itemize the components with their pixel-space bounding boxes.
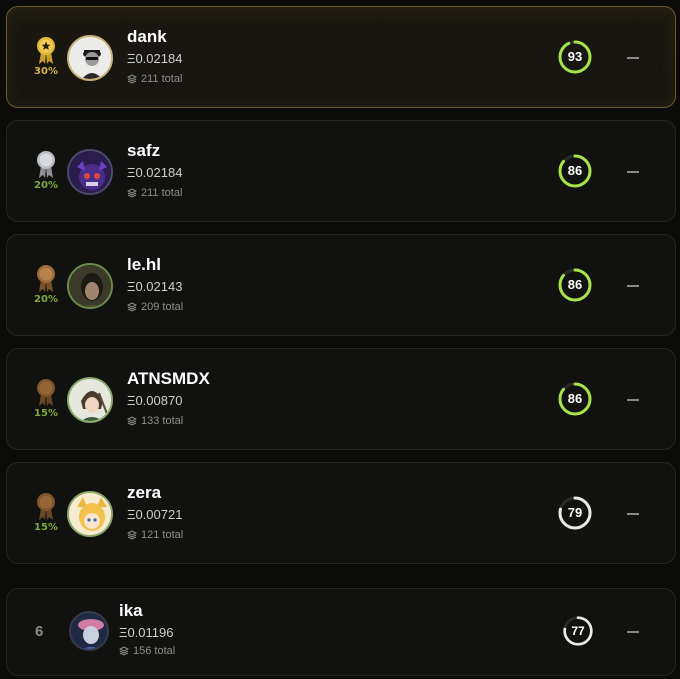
score-ring: 79 (557, 495, 593, 531)
score-ring: 86 (557, 267, 593, 303)
player-name[interactable]: dank (127, 27, 167, 47)
leaderboard-row[interactable]: 15% ATNSMDX Ξ0.00870 133 total 86 (6, 348, 676, 450)
leaderboard-row[interactable]: 30% dank Ξ0.02184 211 total 93 (6, 6, 676, 108)
score-ring: 77 (562, 615, 594, 647)
player-name[interactable]: zera (127, 483, 161, 503)
leaderboard-row[interactable]: 15% zera Ξ0.00721 121 total 79 (6, 462, 676, 564)
score-value: 79 (567, 505, 583, 520)
silver-medal-icon (37, 151, 55, 178)
rank-medal: 30% (27, 35, 65, 85)
total-count: 133 total (127, 415, 183, 427)
score-ring: 86 (557, 381, 593, 417)
total-label: 156 total (133, 645, 176, 657)
avatar[interactable] (69, 611, 109, 651)
player-name[interactable]: le.hl (127, 255, 161, 275)
reward-percent: 15% (34, 408, 58, 419)
rank-medal: 15% (27, 377, 65, 427)
layers-icon (127, 74, 137, 84)
score-ring: 93 (557, 39, 593, 75)
avatar-image (69, 37, 111, 79)
total-label: 133 total (141, 415, 184, 427)
reward-percent: 30% (34, 66, 58, 77)
total-count: 121 total (127, 529, 183, 541)
total-label: 121 total (141, 529, 184, 541)
total-label: 211 total (141, 187, 183, 199)
avatar-image (71, 613, 107, 649)
layers-icon (127, 188, 137, 198)
avatar[interactable] (67, 35, 113, 81)
eth-amount: Ξ0.00870 (127, 393, 183, 408)
player-name[interactable]: safz (127, 141, 160, 161)
player-name[interactable]: ika (119, 601, 143, 621)
change-indicator (627, 171, 639, 173)
total-count: 211 total (127, 187, 182, 199)
total-count: 209 total (127, 301, 183, 313)
score-value: 86 (567, 163, 583, 178)
gold-medal-icon (37, 37, 55, 64)
score-value: 77 (571, 624, 585, 638)
rank-medal: 20% (27, 263, 65, 313)
reward-percent: 15% (34, 522, 58, 533)
score-ring: 86 (557, 153, 593, 189)
layers-icon (127, 416, 137, 426)
avatar[interactable] (67, 149, 113, 195)
avatar-image (69, 493, 111, 535)
player-name[interactable]: ATNSMDX (127, 369, 210, 389)
eth-amount: Ξ0.00721 (127, 507, 183, 522)
eth-amount: Ξ0.02184 (127, 51, 183, 66)
avatar[interactable] (67, 263, 113, 309)
change-indicator (627, 631, 639, 633)
layers-icon (127, 530, 137, 540)
rank-medal: 15% (27, 491, 65, 541)
score-value: 86 (567, 391, 583, 406)
bronze-medal-icon (37, 493, 55, 520)
total-count: 211 total (127, 73, 182, 85)
leaderboard-row[interactable]: 20% le.hl Ξ0.02143 209 total 86 (6, 234, 676, 336)
layers-icon (119, 646, 129, 656)
leaderboard-row[interactable]: 6 ika Ξ0.01196 156 total 77 (6, 588, 676, 676)
score-value: 86 (567, 277, 583, 292)
reward-percent: 20% (34, 180, 58, 191)
avatar[interactable] (67, 377, 113, 423)
leaderboard-row[interactable]: 20% safz Ξ0.02184 211 total 86 (6, 120, 676, 222)
change-indicator (627, 57, 639, 59)
bronze-medal-icon (37, 265, 55, 292)
change-indicator (627, 399, 639, 401)
rank-medal: 20% (27, 149, 65, 199)
total-label: 211 total (141, 73, 183, 85)
layers-icon (127, 302, 137, 312)
eth-amount: Ξ0.02143 (127, 279, 183, 294)
avatar-image (69, 151, 111, 193)
avatar[interactable] (67, 491, 113, 537)
reward-percent: 20% (34, 294, 58, 305)
avatar-image (69, 379, 111, 421)
score-value: 93 (567, 49, 583, 64)
total-label: 209 total (141, 301, 184, 313)
bronze-medal-icon (37, 379, 55, 406)
eth-amount: Ξ0.02184 (127, 165, 183, 180)
eth-amount: Ξ0.01196 (119, 625, 174, 640)
avatar-image (69, 265, 111, 307)
change-indicator (627, 285, 639, 287)
total-count: 156 total (119, 645, 175, 657)
change-indicator (627, 513, 639, 515)
rank-number: 6 (35, 623, 44, 640)
